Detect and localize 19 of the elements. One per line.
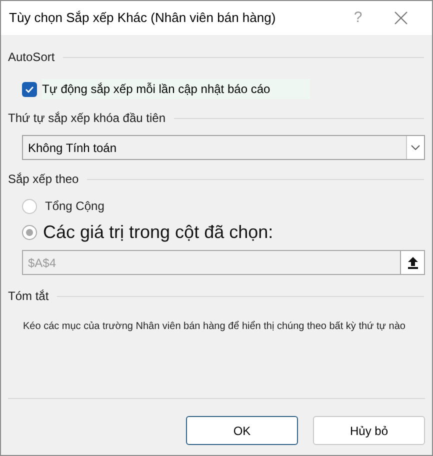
upload-arrow-icon	[408, 256, 418, 268]
dialog-button[interactable]: OK	[186, 416, 298, 445]
radio-label: Các giá trị trong cột đã chọn:	[43, 221, 274, 244]
radio-label: Tổng Cộng	[45, 198, 104, 215]
radio-button[interactable]	[22, 225, 37, 240]
section-heading: Thứ tự sắp xếp khóa đầu tiên	[8, 110, 166, 127]
section-heading: Tóm tắt	[8, 288, 49, 305]
chevron-down-icon	[411, 145, 420, 150]
checkbox-label: Tự động sắp xếp mỗi lần cập nhật báo cáo	[42, 79, 310, 99]
window-title: Tùy chọn Sắp xếp Khác (Nhân viên bán hàng)	[9, 9, 277, 28]
summary-text: Kéo các mục của trường Nhân viên bán hàng để hiển thị chúng theo bất kỳ thứ tự nào	[23, 320, 406, 334]
section-heading: Sắp xếp theo	[8, 171, 79, 188]
sort-order-dropdown[interactable]: Không Tính toán	[22, 135, 425, 160]
collapse-button[interactable]	[401, 250, 425, 275]
dialog-button[interactable]: Hủy bỏ	[313, 416, 425, 445]
close-icon[interactable]	[394, 11, 408, 25]
radio-button[interactable]	[22, 198, 37, 214]
section-heading: AutoSort	[8, 49, 55, 66]
autosort-checkbox[interactable]	[22, 82, 37, 96]
